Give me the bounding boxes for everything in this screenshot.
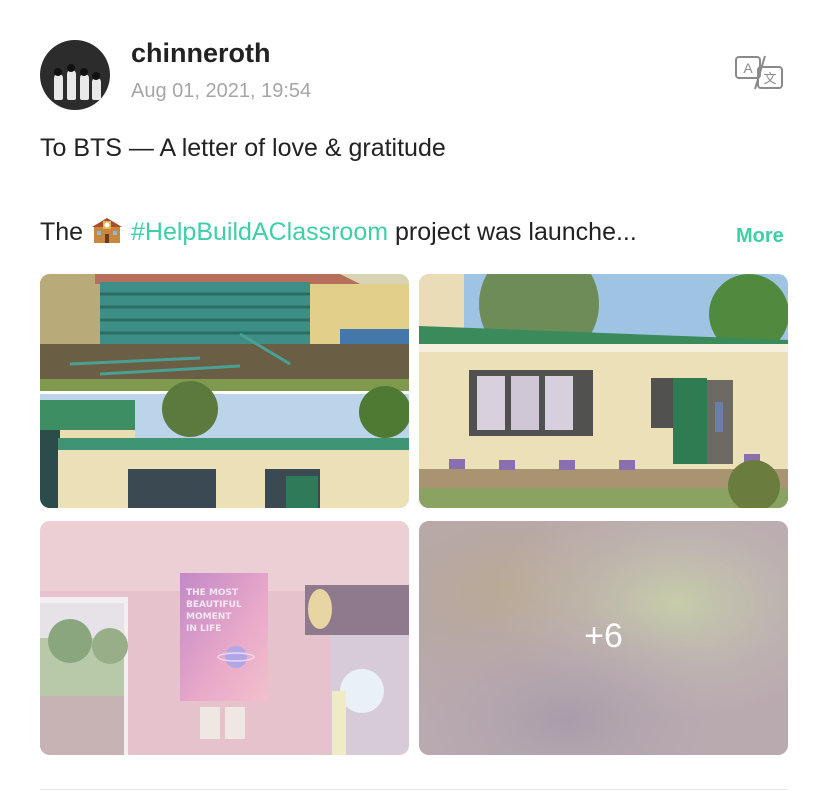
avatar-figure (80, 74, 89, 100)
avatar-figure-head (80, 68, 88, 76)
avatar-figure (67, 70, 76, 100)
divider (40, 789, 788, 790)
photo-4-more[interactable]: +6 (419, 521, 788, 755)
avatar-figure-head (67, 64, 75, 72)
avatar-figure-head (54, 68, 62, 76)
post-body-end: project was launche... (395, 218, 637, 246)
photo-3[interactable]: THE MOST BEAUTIFUL MOMENT IN LIFE (40, 521, 409, 755)
translate-button[interactable]: A 文 (733, 55, 785, 91)
avatar-figure (92, 78, 101, 100)
photo-1-image (40, 274, 409, 508)
svg-text:THE MOST: THE MOST (186, 588, 239, 598)
photo-2-image (419, 274, 788, 508)
more-button[interactable]: More (736, 225, 784, 248)
svg-text:IN LIFE: IN LIFE (186, 624, 221, 634)
translate-icon: A 文 (735, 55, 783, 90)
svg-text:文: 文 (763, 72, 776, 87)
avatar[interactable] (40, 40, 110, 110)
photo-3-image: THE MOST BEAUTIFUL MOMENT IN LIFE (40, 521, 409, 755)
more-photos-count: +6 (584, 617, 623, 655)
username[interactable]: chinneroth (131, 38, 271, 69)
svg-text:MOMENT: MOMENT (186, 612, 232, 622)
post-title: To BTS — A letter of love & gratitude (40, 134, 446, 162)
photo-2[interactable] (419, 274, 788, 508)
hashtag-link[interactable]: #HelpBuildAClassroom (131, 218, 388, 246)
svg-text:A: A (743, 60, 753, 76)
avatar-figure (54, 74, 63, 100)
post-body-start: The (40, 218, 84, 246)
post-timestamp: Aug 01, 2021, 19:54 (131, 80, 312, 102)
school-icon (92, 216, 123, 244)
post-body: The #HelpBuildAClassroom project was lau… (40, 216, 637, 247)
photo-1[interactable] (40, 274, 409, 508)
avatar-figure-head (92, 72, 100, 80)
svg-text:BEAUTIFUL: BEAUTIFUL (186, 600, 242, 610)
